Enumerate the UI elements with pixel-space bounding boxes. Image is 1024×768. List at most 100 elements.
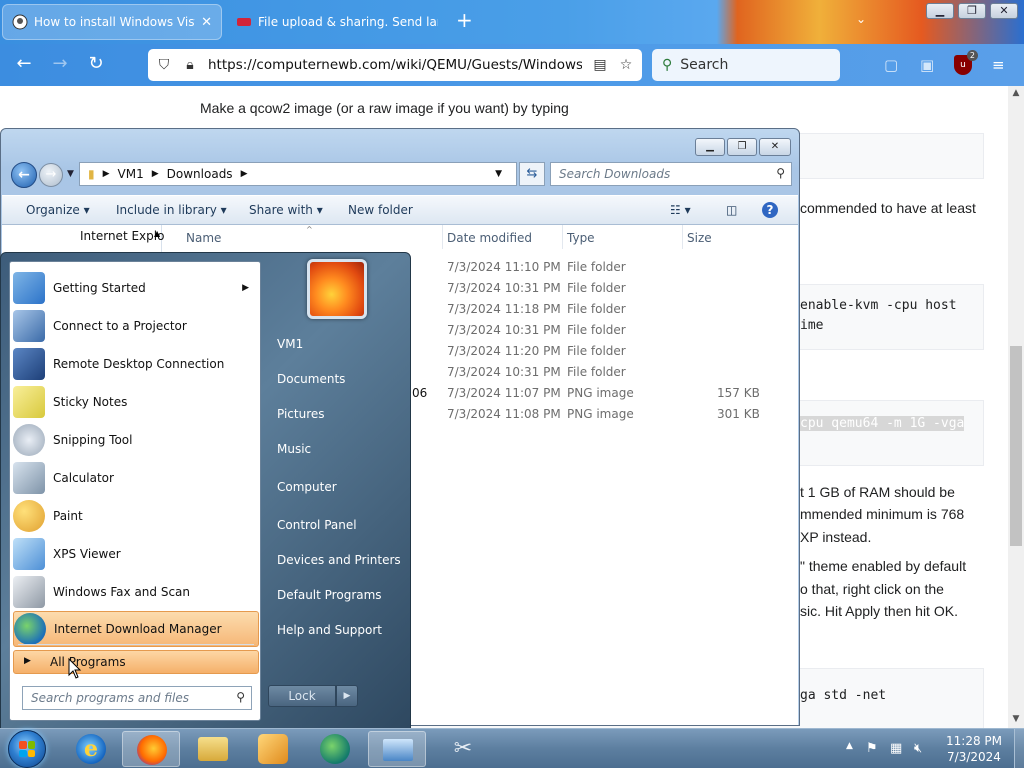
program-xps-viewer[interactable]: XPS Viewer [13,536,259,572]
submenu-arrow-icon[interactable]: ▶ [242,283,249,293]
explorer-maximize-button[interactable]: ❐ [727,138,757,156]
column-separator[interactable] [682,225,683,249]
program-fax-scan[interactable]: Windows Fax and Scan [13,574,259,610]
close-window-button[interactable]: ✕ [990,3,1018,19]
back-button[interactable]: ← [11,162,37,188]
scroll-up-icon[interactable]: ▲ [154,229,160,238]
maximize-button[interactable]: ❐ [958,3,986,19]
pocket-icon[interactable]: ▢ [884,56,898,74]
start-button[interactable] [8,730,46,768]
taskbar-image-viewer[interactable] [368,731,426,767]
program-snipping-tool[interactable]: Snipping Tool [13,422,259,458]
page-scrollbar[interactable]: ▲ ▼ [1008,86,1024,728]
volume-muted-icon[interactable]: 🔇︎ [914,741,922,756]
tab-title: File upload & sharing. Send larg [258,15,438,29]
program-paint[interactable]: Paint [13,498,259,534]
explorer-search-input[interactable]: Search Downloads ⚲ [550,162,792,186]
program-internet-download-manager[interactable]: Internet Download Manager [13,611,259,647]
action-center-flag-icon[interactable]: ⚑ [866,741,878,756]
list-tabs-icon[interactable]: ⌄ [856,12,866,26]
recent-pages-chevron-icon[interactable]: ▼ [67,169,74,179]
show-desktop-button[interactable] [1014,729,1024,768]
taskbar-explorer[interactable] [184,731,242,767]
all-programs-button[interactable]: ▶ All Programs [13,650,259,674]
taskbar-tool[interactable]: ✂ [434,731,492,767]
place-help-support[interactable]: Help and Support [277,623,382,637]
scroll-up-icon[interactable]: ▲ [1008,88,1024,98]
program-connect-projector[interactable]: Connect to a Projector [13,308,259,344]
tab-windows-vista[interactable]: How to install Windows Vista on ✕ [2,4,222,40]
place-pictures[interactable]: Pictures [277,407,325,421]
chevron-right-icon[interactable]: ▶ [241,169,248,179]
place-music[interactable]: Music [277,442,311,456]
shutdown-options-arrow-icon[interactable]: ▶ [336,685,358,707]
taskbar-firefox[interactable] [122,731,180,767]
chevron-right-icon[interactable]: ▶ [152,169,159,179]
search-icon[interactable]: ⚲ [776,166,785,180]
forward-button[interactable]: → [39,163,63,187]
column-size[interactable]: Size [687,231,712,245]
nav-item[interactable]: Internet Explo [80,229,164,243]
place-documents[interactable]: Documents [277,372,345,386]
include-in-library-button[interactable]: Include in library ▾ [116,203,227,217]
breadcrumb-downloads[interactable]: Downloads [167,167,233,181]
network-icon[interactable]: ▦ [890,741,902,756]
divider [18,644,254,645]
scrollbar-thumb[interactable] [1010,346,1022,546]
taskbar-internet-explorer[interactable]: e [62,731,120,767]
reload-icon[interactable]: ↻ [84,54,108,74]
shield-icon[interactable]: ⛉ [156,57,172,73]
column-type[interactable]: Type [567,231,595,245]
organize-button[interactable]: Organize ▾ [26,203,90,217]
refresh-icon[interactable]: ⇆ [519,162,545,186]
address-bar[interactable]: ▮ ▶ VM1 ▶ Downloads ▶ ▼ [79,162,517,186]
program-sticky-notes[interactable]: Sticky Notes [13,384,259,420]
view-options-icon[interactable]: ☷ ▾ [670,203,691,217]
place-default-programs[interactable]: Default Programs [277,588,382,602]
search-bar[interactable]: ⚲ Search [652,49,840,81]
url-text[interactable]: https://computernewb.com/wiki/QEMU/Guest… [208,57,582,73]
close-tab-icon[interactable]: ✕ [201,15,212,30]
place-computer[interactable]: Computer [277,480,337,494]
explorer-minimize-button[interactable]: ▁ [695,138,725,156]
show-hidden-icons-icon[interactable]: ▲ [846,741,853,751]
system-clock[interactable]: 11:28 PM 7/3/2024 [936,733,1012,765]
bookmark-star-icon[interactable]: ☆ [618,57,634,73]
column-separator[interactable] [442,225,443,249]
help-icon[interactable]: ? [762,202,778,218]
tab-file-upload[interactable]: File upload & sharing. Send larg [226,4,448,40]
column-date-modified[interactable]: Date modified [447,231,532,245]
search-icon[interactable]: ⚲ [236,690,245,704]
program-getting-started[interactable]: Getting Started ▶ [13,270,259,306]
chevron-right-icon[interactable]: ▶ [103,169,110,179]
forward-arrow-icon[interactable]: → [48,54,72,74]
scroll-down-icon[interactable]: ▼ [1008,714,1024,724]
breadcrumb-vm1[interactable]: VM1 [118,167,144,181]
column-name[interactable]: Name [186,231,221,245]
minimize-button[interactable]: ▁ [926,3,954,19]
new-folder-button[interactable]: New folder [348,203,413,217]
lock-button[interactable]: Lock [268,685,336,707]
ublock-icon[interactable]: u2 [954,50,978,75]
address-dropdown-icon[interactable]: ▼ [495,169,502,179]
extensions-icon[interactable]: ▣ [920,56,934,74]
preview-pane-icon[interactable]: ◫ [726,203,737,217]
place-control-panel[interactable]: Control Panel [277,518,357,532]
place-devices-printers[interactable]: Devices and Printers [277,553,401,567]
taskbar-media-player[interactable] [244,731,302,767]
program-calculator[interactable]: Calculator [13,460,259,496]
search-programs-input[interactable]: Search programs and files ⚲ [22,686,252,710]
share-with-button[interactable]: Share with ▾ [249,203,323,217]
url-bar[interactable]: ⛉ 🔒︎ https://computernewb.com/wiki/QEMU/… [148,49,642,81]
taskbar-idm[interactable] [306,731,364,767]
reader-view-icon[interactable]: ▤ [592,57,608,73]
new-tab-button[interactable]: + [456,10,473,30]
hamburger-menu-icon[interactable]: ≡ [992,56,1005,74]
user-picture[interactable] [307,259,367,319]
lock-icon[interactable]: 🔒︎ [182,57,198,73]
explorer-close-button[interactable]: ✕ [759,138,791,156]
column-separator[interactable] [562,225,563,249]
program-remote-desktop[interactable]: Remote Desktop Connection [13,346,259,382]
back-arrow-icon[interactable]: ← [12,54,36,74]
place-user-folder[interactable]: VM1 [277,337,303,351]
